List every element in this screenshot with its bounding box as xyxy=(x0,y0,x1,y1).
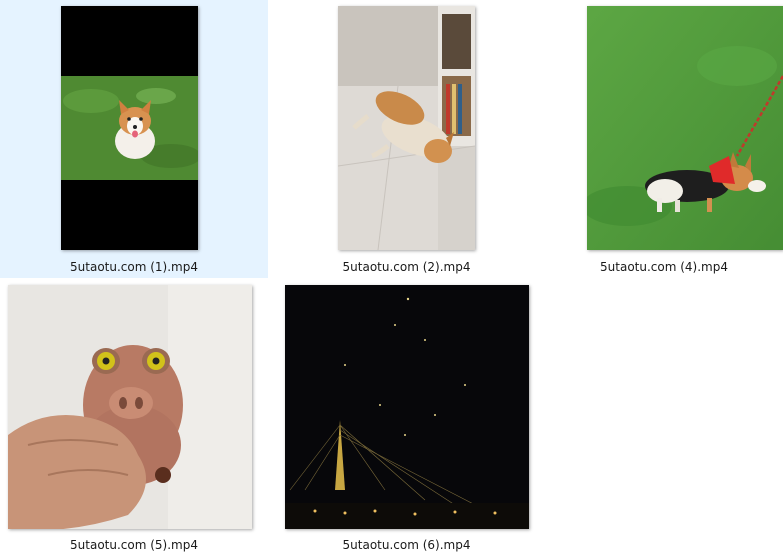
file-item-5[interactable]: 5utaotu.com (6).mp4 xyxy=(268,281,545,553)
file-name: 5utaotu.com (5).mp4 xyxy=(70,538,198,552)
file-name: 5utaotu.com (4).mp4 xyxy=(600,260,728,274)
video-thumbnail-corgi-sitting xyxy=(61,6,198,250)
video-thumbnail-night-bridge xyxy=(285,285,529,529)
file-item-2[interactable]: 5utaotu.com (2).mp4 xyxy=(268,0,545,278)
file-name: 5utaotu.com (6).mp4 xyxy=(342,538,471,552)
file-name: 5utaotu.com (2).mp4 xyxy=(342,260,471,274)
video-thumbnail-pig-toy xyxy=(8,285,252,529)
file-name: 5utaotu.com (1).mp4 xyxy=(70,260,198,274)
file-item-4[interactable]: 5utaotu.com (5).mp4 xyxy=(0,281,268,553)
video-thumbnail-corgi-lying xyxy=(338,6,475,250)
file-item-3[interactable]: 5utaotu.com (4).mp4 xyxy=(545,0,783,278)
file-item-1[interactable]: 5utaotu.com (1).mp4 xyxy=(0,0,268,278)
video-thumbnail-corgi-leash xyxy=(587,6,783,250)
